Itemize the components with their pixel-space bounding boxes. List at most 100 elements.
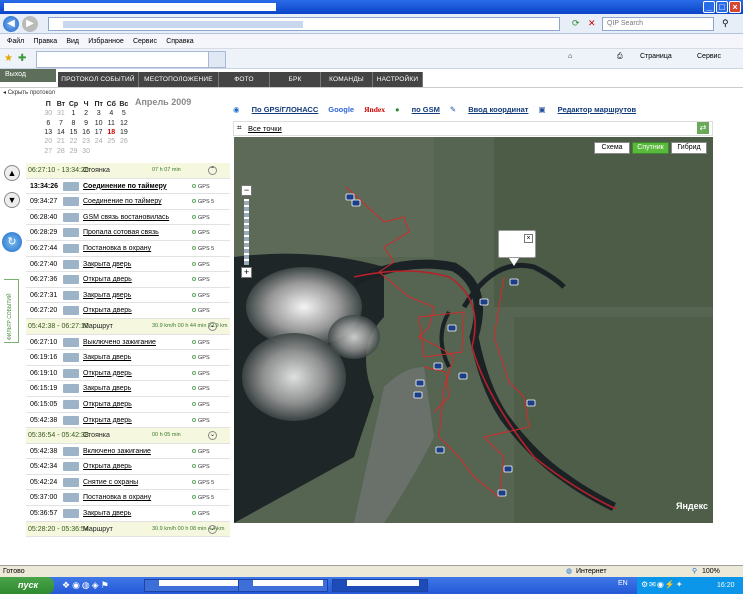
calendar-day[interactable]: 23 [80,137,93,146]
event-label[interactable]: Открыта дверь [83,463,132,470]
calendar-day[interactable]: 30 [42,109,55,118]
event-label[interactable]: Выключено зажигание [83,339,156,346]
calendar-day[interactable]: 9 [80,118,93,127]
swap-icon[interactable]: ⇄ [697,122,709,134]
calendar-day[interactable]: 19 [118,128,131,137]
menu-help[interactable]: Справка [166,34,193,49]
event-label[interactable]: Открыта дверь [83,401,132,408]
event-label[interactable]: Закрыта дверь [83,261,131,268]
event-row[interactable]: 13:34:26 Соединение по таймеру GPS [26,179,230,195]
zoom-slider[interactable] [244,199,249,265]
event-label[interactable]: Открыта дверь [83,276,132,283]
refresh-events-icon[interactable]: ↻ [2,232,22,252]
event-row[interactable]: 06:27:10 Выключено зажигание GPS [26,335,230,351]
menu-file[interactable]: Файл [7,34,24,49]
calendar-day[interactable]: 22 [67,137,80,146]
event-row[interactable]: 05:42:38 Включено зажигание GPS [26,444,230,460]
tray-icons[interactable]: ⚙✉◉⚡✦ [641,580,684,589]
map-mode-scheme[interactable]: Схема [594,142,630,154]
calendar-day[interactable]: 20 [42,137,55,146]
close-window-icon[interactable]: × [729,1,741,13]
expand-chevron-icon[interactable]: ⌄ [208,524,217,534]
event-row[interactable]: 06:27:31 Закрыта дверь GPS [26,288,230,304]
expand-chevron-icon[interactable]: ⌄ [208,321,217,331]
calendar-month-title[interactable]: Апрель 2009 [135,97,191,107]
calendar-day[interactable]: 6 [42,118,55,127]
print-icon[interactable]: ⎙ [617,53,623,61]
event-label[interactable]: Соединение по таймеру [83,183,167,190]
tab-settings[interactable]: НАСТРОЙКИ [373,72,423,87]
calendar-day[interactable]: 12 [118,118,131,127]
google-link[interactable]: Google [328,105,354,114]
calendar-day[interactable]: 17 [92,128,105,137]
tab-location[interactable]: МЕСТОПОЛОЖЕНИЕ [139,72,219,87]
event-filter-tab[interactable]: ФИЛЬТР СОБЫТИЙ [4,279,19,343]
all-points-link[interactable]: Все точки [248,124,282,133]
event-label[interactable]: Постановка в охрану [83,245,151,252]
event-label[interactable]: Постановка в охрану [83,494,151,501]
event-row[interactable]: 05:42:38 Открыта дверь GPS [26,413,230,429]
event-label[interactable]: Закрыта дверь [83,354,131,361]
refresh-icon[interactable]: ⟳ [572,18,580,29]
event-row[interactable]: 06:15:05 Открыта дверь GPS [26,397,230,413]
event-group-header[interactable]: 05:36:54 - 05:42:38 Стоянка 00 h 05 min ⌄ [26,428,230,444]
event-row[interactable]: 05:42:34 Открыта дверь GPS [26,459,230,475]
expand-chevron-icon[interactable]: ⌃ [208,166,217,175]
route-editor-link[interactable]: ▣ Редактор маршрутов [538,105,636,114]
calendar-day[interactable]: 26 [118,137,131,146]
tab-brk[interactable]: БРК [270,72,321,87]
hide-protocol-link[interactable]: ◂ Скрыть протокол [3,89,55,96]
calendar-day[interactable]: 21 [55,137,68,146]
event-label[interactable]: Пропала сотовая связь [83,229,159,236]
tab-commands[interactable]: КОМАНДЫ [321,72,373,87]
stop-icon[interactable]: ✕ [588,18,596,29]
calendar-day[interactable]: 7 [55,118,68,127]
taskbar-window-1[interactable] [144,579,244,592]
calendar-day[interactable]: 11 [105,118,118,127]
calendar-day[interactable]: 27 [42,147,55,156]
forward-icon[interactable]: ▶ [22,16,38,32]
menu-edit[interactable]: Правка [33,34,57,49]
event-row[interactable]: 06:27:40 Закрыта дверь GPS [26,257,230,273]
event-row[interactable]: 06:15:19 Закрыта дверь GPS [26,381,230,397]
taskbar-window-2[interactable] [238,579,328,592]
event-row[interactable]: 06:27:20 Открыта дверь GPS [26,303,230,319]
page-menu[interactable]: Страница [640,53,672,60]
event-label[interactable]: Снятие с охраны [83,479,138,486]
event-row[interactable]: 09:34:27 Соединение по таймеру GPS 5 [26,194,230,210]
event-row[interactable]: 05:42:24 Снятие с охраны GPS 5 [26,475,230,491]
calendar-day[interactable]: 18 [105,128,118,137]
scroll-down-icon[interactable]: ▼ [4,192,20,208]
event-group-header[interactable]: 06:27:10 - 13:34:26 Стоянка 07 h 07 min ⌃ [26,163,230,179]
calendar-day[interactable]: 31 [55,109,68,118]
event-group-header[interactable]: 05:28:20 - 05:36:54 Маршрут 30.9 km/h 00 h… [26,521,230,538]
event-row[interactable]: 06:19:10 Открыта дверь GPS [26,366,230,382]
menu-view[interactable]: Вид [66,34,79,49]
expand-chevron-icon[interactable]: ⌄ [208,431,217,441]
back-icon[interactable]: ◀ [3,16,19,32]
event-label[interactable]: GSM связь востановилась [83,214,169,221]
event-row[interactable]: 06:27:36 Открыта дверь GPS [26,272,230,288]
calendar-day[interactable]: 25 [105,137,118,146]
zoom-out-icon[interactable]: − [241,185,252,196]
event-label[interactable]: Включено зажигание [83,448,151,455]
calendar-day[interactable]: 13 [42,128,55,137]
taskbar-window-ie[interactable] [332,579,428,592]
quicklaunch-icons[interactable]: ❖◉◍◈⚑ [62,580,111,591]
search-input[interactable]: QIP Search [602,17,714,31]
tools-menu[interactable]: Сервис [697,53,721,60]
event-group-header[interactable]: 05:42:38 - 06:27:10 Маршрут 30.9 km/h 00 h… [26,318,230,335]
calendar-day[interactable]: 3 [92,109,105,118]
event-label[interactable]: Открыта дверь [83,307,132,314]
language-indicator[interactable]: EN [618,580,628,587]
popup-close-icon[interactable]: × [524,234,533,243]
maximize-icon[interactable]: □ [716,1,728,13]
event-label[interactable]: Закрыта дверь [83,292,131,299]
calendar-day[interactable]: 4 [105,109,118,118]
event-row[interactable]: 06:19:16 Закрыта дверь GPS [26,350,230,366]
calendar-day[interactable]: 1 [67,109,80,118]
scroll-up-icon[interactable]: ▲ [4,165,20,181]
calendar-day[interactable]: 5 [118,109,131,118]
new-tab-button[interactable] [208,51,226,68]
exit-button[interactable]: Выход [0,69,56,82]
